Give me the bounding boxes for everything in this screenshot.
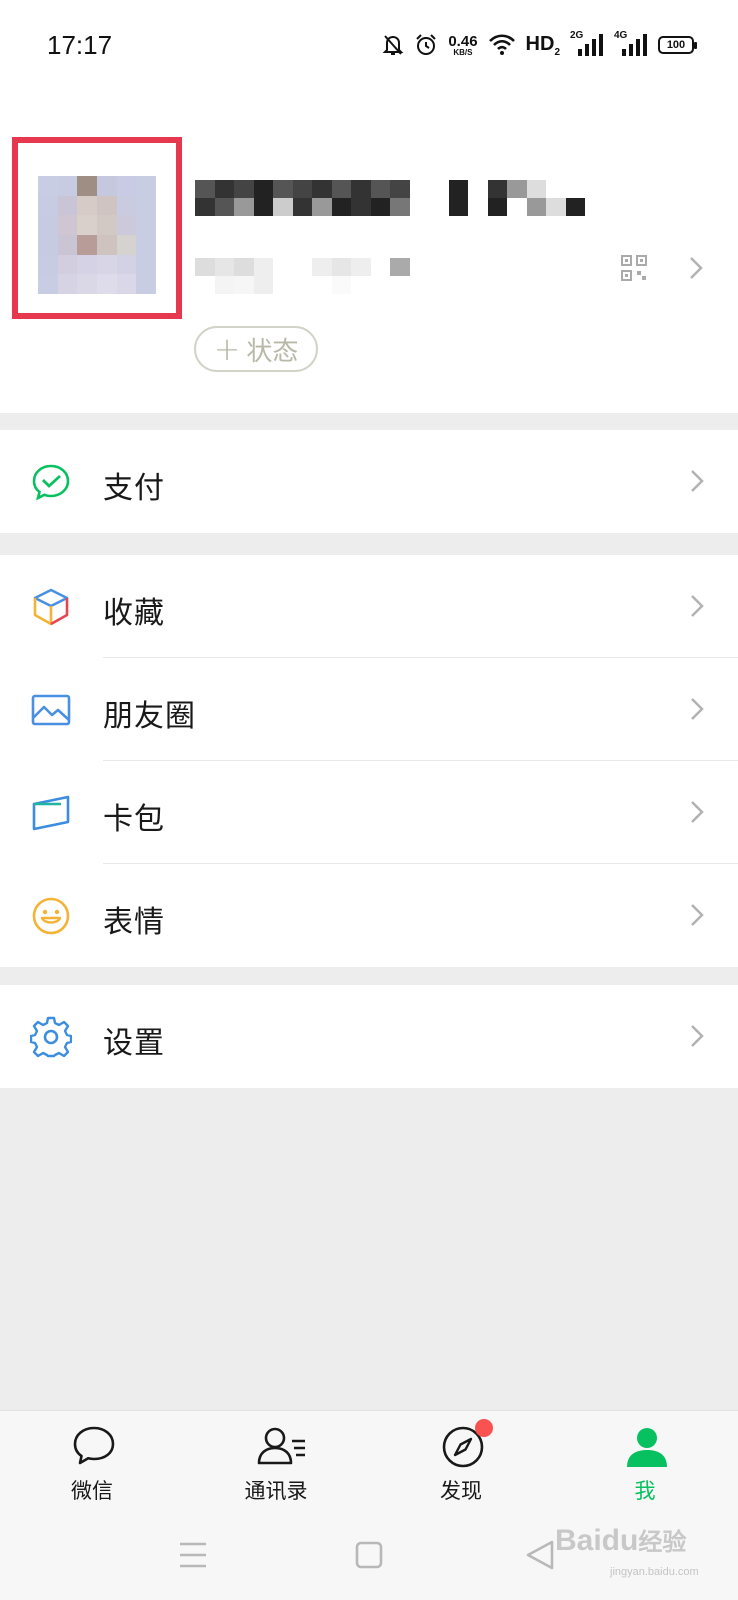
chat-bubble-icon [73,1426,115,1465]
avatar-highlight-frame [12,137,182,319]
discover-badge-dot [475,1419,493,1437]
status-icons: 0.46 KB/S HD2 2G 4G 100 [382,28,697,62]
person-icon [627,1428,667,1467]
tab-contacts[interactable]: 通讯录 [216,1411,336,1511]
menu-item-settings-label: 设置 [103,1026,165,1061]
tab-chats[interactable]: 微信 [32,1411,152,1511]
moments-picture-icon [31,694,71,726]
gear-icon [30,1016,72,1058]
hd-label: HD [525,32,555,55]
menu-icon[interactable] [168,1530,218,1580]
status-bar: 17:17 0.46 KB/S HD2 2G 4G 100 [0,0,738,90]
menu-group-main: 收藏 朋友圈 卡包 表情 [0,555,738,967]
menu-item-cards[interactable]: 卡包 [0,761,738,864]
plus-icon: + [213,330,241,368]
pay-icon [32,464,70,501]
signal-bars-icon [578,34,603,56]
avatar[interactable] [38,176,156,294]
battery-icon: 100 [658,36,697,54]
favorites-cube-icon [33,588,69,626]
chevron-right-icon [691,904,704,926]
hd-indicator: HD2 [526,33,560,58]
status-time: 17:17 [47,30,113,60]
contacts-icon [257,1427,305,1465]
bottom-tab-bar: 微信 通讯录 发现 我 [0,1410,738,1510]
add-status-label: 状态 [246,336,299,367]
tab-discover[interactable]: 发现 [401,1411,521,1511]
menu-item-stickers[interactable]: 表情 [0,864,738,967]
profile-header[interactable]: + 状态 [0,90,738,413]
alarm-icon [416,34,437,55]
chevron-right-icon [691,1025,704,1047]
menu-group-pay: 支付 [0,430,738,533]
chevron-right-icon [690,257,703,279]
smiley-face-icon [32,897,70,935]
tab-discover-label: 发现 [440,1479,482,1503]
signal-bars-icon [622,34,647,56]
menu-item-stickers-label: 表情 [103,905,165,940]
signal-1: 2G [570,30,604,58]
net-speed: 0.46 KB/S [448,34,477,57]
watermark-brand-cn: 经验 [638,1529,687,1556]
qr-code-icon[interactable] [621,255,647,281]
chevron-right-icon [691,595,704,617]
wechat-id-pixelated [195,258,410,294]
wifi-icon [488,34,515,55]
add-status-button[interactable]: + 状态 [194,326,318,372]
tab-me[interactable]: 我 [585,1411,705,1511]
tab-me-label: 我 [634,1479,656,1503]
menu-item-favorites-label: 收藏 [103,596,165,631]
menu-item-moments-label: 朋友圈 [103,699,196,734]
card-wallet-icon [32,795,70,831]
tab-contacts-label: 通讯录 [244,1479,308,1503]
chevron-right-icon [691,470,704,492]
menu-item-pay-label: 支付 [103,471,165,506]
menu-item-cards-label: 卡包 [103,802,165,837]
net-speed-value: 0.46 [448,32,478,50]
home-icon[interactable] [344,1530,394,1580]
mute-bell-icon [382,35,404,55]
hd-sub: 2 [554,46,560,58]
signal-2: 4G [614,30,648,58]
net-speed-unit: KB/S [453,47,473,57]
battery-level: 100 [666,39,686,51]
chevron-right-icon [691,801,704,823]
menu-item-settings[interactable]: 设置 [0,985,738,1088]
menu-item-moments[interactable]: 朋友圈 [0,658,738,761]
menu-group-settings: 设置 [0,985,738,1088]
nickname-pixelated [195,180,585,216]
menu-item-pay[interactable]: 支付 [0,430,738,533]
watermark-url: jingyan.baidu.com [610,1566,699,1578]
watermark-brand: Baidu [555,1524,639,1557]
menu-item-favorites[interactable]: 收藏 [0,555,738,658]
baidu-watermark: Baidu经验 [555,1522,686,1558]
tab-chats-label: 微信 [71,1479,113,1503]
chevron-right-icon [691,698,704,720]
